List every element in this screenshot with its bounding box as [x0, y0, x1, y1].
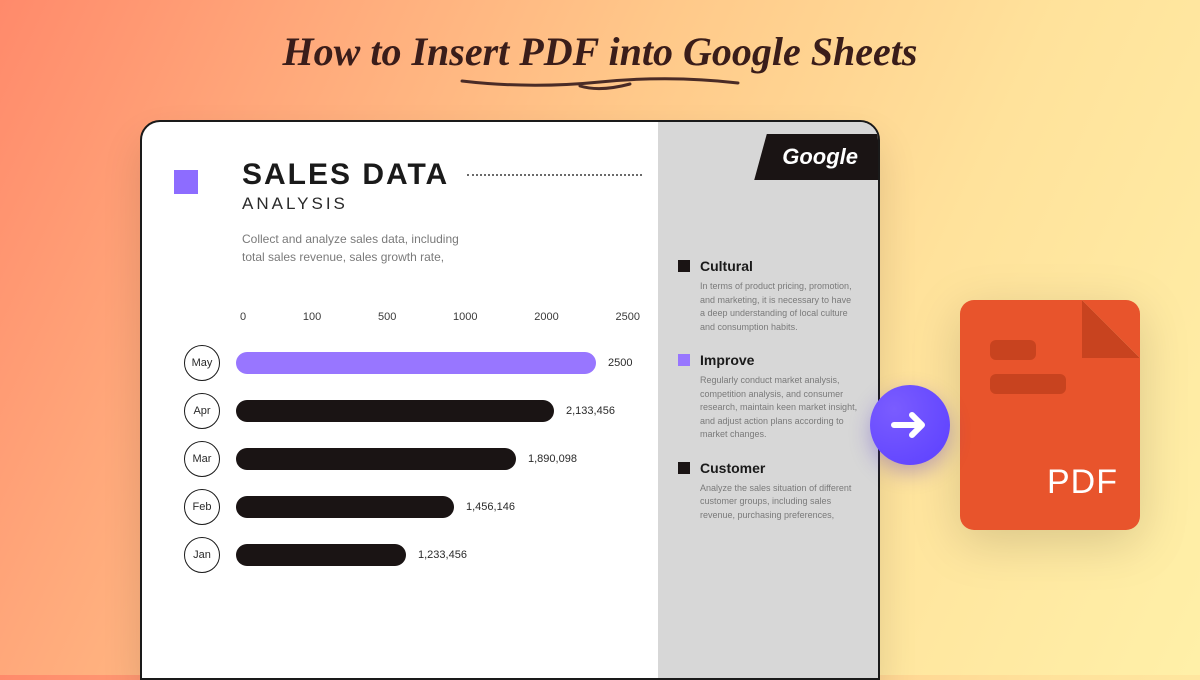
card-heading-text: SALES DATA: [242, 158, 449, 192]
bar-value: 1,890,098: [528, 453, 577, 465]
sidebar-item: Cultural In terms of product pricing, pr…: [678, 258, 858, 334]
pdf-file-icon: PDF: [960, 300, 1140, 530]
row-label: Jan: [184, 537, 220, 573]
page-title: How to Insert PDF into Google Sheets: [0, 0, 1200, 91]
page-title-text: How to Insert PDF into Google Sheets: [283, 29, 918, 74]
chart-row: Mar 1,890,098: [178, 441, 642, 477]
row-label: Mar: [184, 441, 220, 477]
row-label: May: [184, 345, 220, 381]
square-bullet-icon: [678, 462, 690, 474]
pdf-body: PDF: [960, 300, 1140, 530]
chart-row: Feb 1,456,146: [178, 489, 642, 525]
sidebar-item-head: Improve: [678, 352, 858, 368]
bar: [236, 448, 516, 470]
bar-wrap: 1,233,456: [236, 544, 467, 566]
sidebar-item-text: In terms of product pricing, promotion, …: [700, 280, 858, 334]
pdf-fold-corner: [1082, 300, 1140, 358]
document-card: SALES DATA ANALYSIS Collect and analyze …: [140, 120, 880, 680]
pdf-label: PDF: [1047, 463, 1118, 502]
sidebar-item-head: Cultural: [678, 258, 858, 274]
axis-tick: 2000: [534, 311, 558, 323]
bar-wrap: 2,133,456: [236, 400, 615, 422]
card-main-area: SALES DATA ANALYSIS Collect and analyze …: [142, 122, 662, 678]
square-bullet-icon: [678, 354, 690, 366]
axis-tick: 2500: [615, 311, 639, 323]
title-underline-squiggle: [460, 77, 740, 91]
pdf-line-icon: [990, 374, 1066, 394]
chart-row: Apr 2,133,456: [178, 393, 642, 429]
axis-tick: 1000: [453, 311, 477, 323]
sidebar-item-head: Customer: [678, 460, 858, 476]
row-label: Apr: [184, 393, 220, 429]
axis-tick: 0: [240, 311, 246, 323]
axis-tick: 100: [303, 311, 321, 323]
bar: [236, 400, 554, 422]
bar-wrap: 2500: [236, 352, 632, 374]
sidebar-item-title: Cultural: [700, 258, 753, 274]
chart-row: Jan 1,233,456: [178, 537, 642, 573]
sidebar-item-text: Regularly conduct market analysis, compe…: [700, 374, 858, 442]
card-description: Collect and analyze sales data, includin…: [242, 230, 482, 266]
arrow-right-icon: [888, 403, 932, 447]
chart-axis: 0 100 500 1000 2000 2500: [240, 311, 640, 323]
sidebar-item: Improve Regularly conduct market analysi…: [678, 352, 858, 442]
card-sidebar: Google Cultural In terms of product pric…: [658, 122, 878, 678]
sidebar-item: Customer Analyze the sales situation of …: [678, 460, 858, 523]
sidebar-item-text: Analyze the sales situation of different…: [700, 482, 858, 523]
bar-wrap: 1,456,146: [236, 496, 515, 518]
bar-value: 2,133,456: [566, 405, 615, 417]
sidebar-list: Cultural In terms of product pricing, pr…: [674, 258, 862, 522]
bar-value: 1,233,456: [418, 549, 467, 561]
row-label: Feb: [184, 489, 220, 525]
card-heading: SALES DATA: [242, 158, 642, 192]
arrow-badge: [870, 385, 950, 465]
sidebar-item-title: Improve: [700, 352, 754, 368]
chart-rows: May 2500 Apr 2,133,456 Mar 1,890,098: [178, 345, 642, 573]
axis-tick: 500: [378, 311, 396, 323]
bar: [236, 496, 454, 518]
bar-value: 1,456,146: [466, 501, 515, 513]
sidebar-item-title: Customer: [700, 460, 765, 476]
bar: [236, 544, 406, 566]
bar-wrap: 1,890,098: [236, 448, 577, 470]
pdf-line-icon: [990, 340, 1036, 360]
accent-square: [174, 170, 198, 194]
heading-dotted-line: [467, 174, 642, 176]
google-tab: Google: [754, 134, 880, 180]
bar: [236, 352, 596, 374]
square-bullet-icon: [678, 260, 690, 272]
card-subheading: ANALYSIS: [242, 194, 642, 214]
bar-value: 2500: [608, 357, 632, 369]
chart-row: May 2500: [178, 345, 642, 381]
